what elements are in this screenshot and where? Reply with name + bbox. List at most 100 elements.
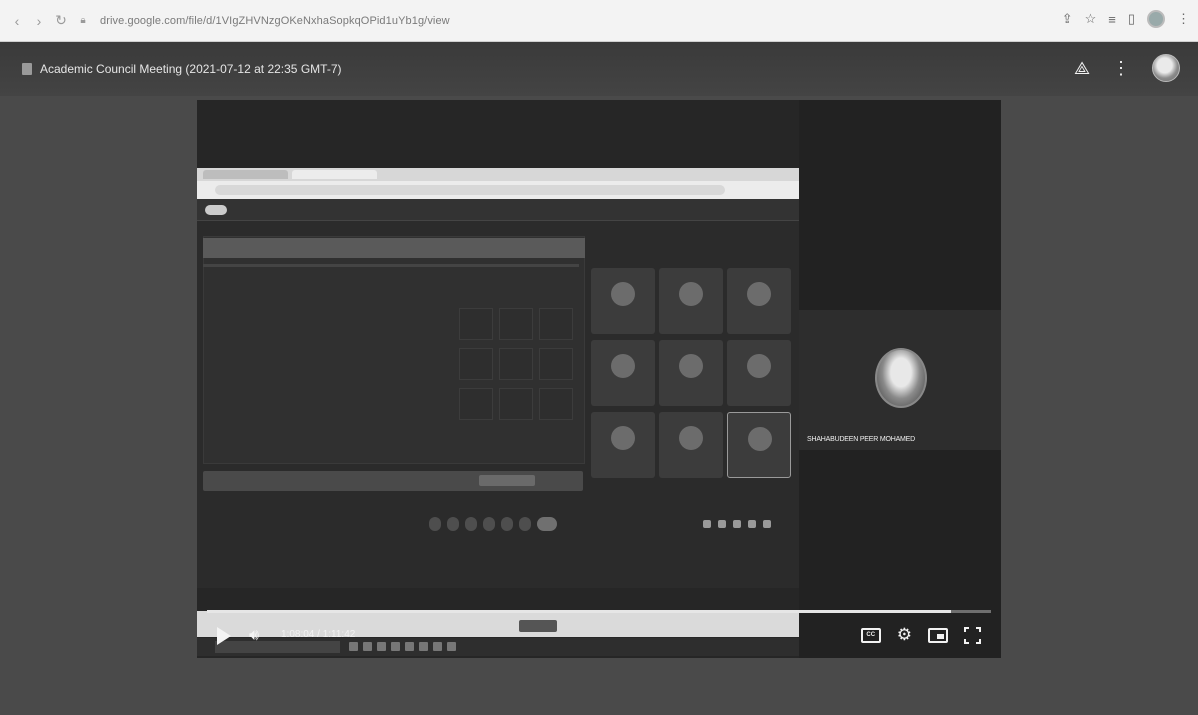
participant-avatar [611,354,635,378]
taskbar-app-icon [377,642,386,651]
inner-tab [203,170,288,179]
presenting-bar [197,199,799,221]
participant-tile [659,268,723,334]
ghost-tile [499,388,533,420]
inner-browser-tabs [197,168,799,181]
inner-address-field [215,185,725,195]
participant-avatar [679,426,703,450]
reload-icon[interactable]: ↻ [50,10,72,32]
url-area[interactable]: ‹ › ↻ 🔒︎ drive.google.com/file/d/1VIgZHV… [6,10,450,32]
ghost-tile [539,388,573,420]
presenter-name: SHAHABUDEEN PEER MOHAMED [807,436,915,443]
file-title: Academic Council Meeting (2021-07-12 at … [40,62,342,76]
account-avatar[interactable] [1152,54,1180,82]
taskbar-search [215,641,340,653]
end-call-icon [537,517,557,531]
presenter-tile [799,310,1001,450]
info-icon [703,520,711,528]
star-icon[interactable]: ☆ [1085,11,1097,27]
more-icon [519,517,531,531]
presenter-panel: SHAHABUDEEN PEER MOHAMED [799,100,1001,658]
shared-document-toolbar [203,238,585,258]
browser-toolbar-right: ⇪ ☆ ≡ ▯ ⋮ [1062,10,1190,28]
header-actions: ⟁ ⋮ [1074,54,1180,82]
rec-pill [205,204,227,215]
fullscreen-icon[interactable] [964,626,981,644]
taskbar-app-icon [419,642,428,651]
menu-icon[interactable]: ⋮ [1177,11,1190,27]
share-icon[interactable]: ⇪ [1062,11,1073,27]
mic-icon [429,517,441,531]
participant-tile [591,268,655,334]
ghost-tile [459,388,493,420]
participant-tile [727,412,791,478]
participant-tile [591,340,655,406]
time-display: 1:08:04 / 1:11:42 [281,629,356,640]
profile-icon[interactable] [1147,10,1165,28]
back-icon[interactable]: ‹ [6,10,28,32]
add-to-drive-icon[interactable]: ⟁ [1074,58,1090,79]
video-player[interactable]: SHAHABUDEEN PEER MOHAMED 🔊︎ 1:08:04 / 1:… [197,100,1001,658]
shared-document-divider [203,264,579,267]
taskbar-app-icon [405,642,414,651]
people-icon [718,520,726,528]
taskbar-app-icon [433,642,442,651]
volume-icon[interactable]: 🔊︎ [249,627,259,645]
shared-screen [197,168,799,656]
play-icon[interactable] [217,627,231,645]
ghost-tile [499,308,533,340]
browser-address-bar: ‹ › ↻ 🔒︎ drive.google.com/file/d/1VIgZHV… [0,0,1198,42]
participant-avatar [747,354,771,378]
participant-tiles [591,268,795,480]
stop-presenting-chip [479,475,535,486]
present-icon [501,517,513,531]
inner-tab-active [292,170,377,179]
player-controls-right: CC ⚙ [860,626,981,644]
drive-viewer-header: Academic Council Meeting (2021-07-12 at … [0,42,1198,96]
lock-icon[interactable]: 🔒︎ [72,10,94,32]
presenter-avatar [875,348,927,408]
participant-avatar [611,426,635,450]
camera-icon [447,517,459,531]
captions-button[interactable]: CC [860,627,881,643]
progress-fill [207,610,952,613]
hand-icon [483,517,495,531]
taskbar-app-icon [349,642,358,651]
reading-list-icon[interactable]: ≡ [1108,12,1116,27]
meet-control-bar [197,508,799,544]
meet-controls [429,517,557,531]
inner-address-bar [197,181,799,199]
participant-tile [727,340,791,406]
participant-tile [591,412,655,478]
participant-avatar [748,427,772,451]
more-vert-icon[interactable]: ⋮ [1112,58,1130,79]
activities-icon [748,520,756,528]
ghost-tile [459,348,493,380]
forward-icon[interactable]: › [28,10,50,32]
progress-bar[interactable] [207,610,991,613]
ghost-tile [499,348,533,380]
participant-tile [727,268,791,334]
inner-taskbar [197,638,799,656]
lock-icon [763,520,771,528]
participant-tile [659,340,723,406]
taskbar-app-icon [447,642,456,651]
participant-avatar [679,282,703,306]
ghost-tile [539,308,573,340]
participant-avatar [747,282,771,306]
miniplayer-icon[interactable] [928,627,948,643]
settings-gear-icon[interactable]: ⚙ [897,626,912,644]
captions-icon [465,517,477,531]
url-text[interactable]: drive.google.com/file/d/1VIgZHVNzgOKeNxh… [100,15,450,27]
chat-icon [733,520,741,528]
taskbar-app-icon [391,642,400,651]
stop-sharing-chip [519,620,557,632]
participant-tile [659,412,723,478]
ghost-tile [459,308,493,340]
participant-avatar [611,282,635,306]
meet-side-icons [703,520,771,528]
taskbar-app-icon [363,642,372,651]
video-file-icon [22,63,32,75]
sidebar-icon[interactable]: ▯ [1128,11,1135,27]
ghost-tile [539,348,573,380]
